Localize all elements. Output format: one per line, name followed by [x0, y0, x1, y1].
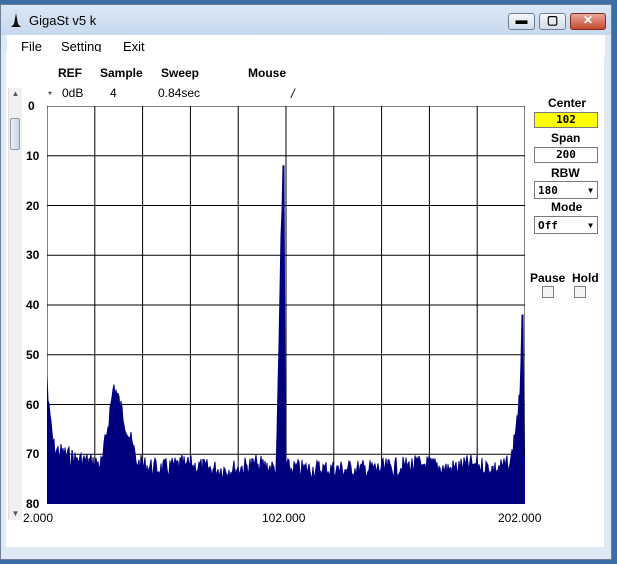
span-label: Span [551, 131, 581, 145]
y-tick-label: 50 [26, 347, 40, 362]
y-tick-label: 0 [28, 99, 35, 113]
pause-label: Pause [530, 271, 566, 285]
close-icon: ✕ [582, 13, 594, 27]
x-tick-label: 202.000 [498, 511, 542, 525]
hold-label: Hold [572, 271, 599, 285]
y-tick-label: 20 [26, 198, 40, 213]
minimize-icon: ▬ [515, 13, 528, 27]
center-input[interactable]: 102 [534, 112, 598, 128]
scroll-up-icon[interactable]: ▲ [9, 88, 22, 100]
title-bar[interactable]: GigaSt v5 k ▬ ▢ ✕ [1, 5, 611, 35]
rbw-value: 180 [538, 184, 558, 197]
spectrum-plot[interactable] [47, 106, 525, 504]
mouse-label: Mouse [248, 66, 287, 80]
ref-marker: * [48, 90, 52, 101]
mode-chevron-down-icon: ▼ [588, 221, 593, 230]
vertical-scrollbar[interactable]: ▲ ▼ [8, 88, 22, 520]
ref-label: REF [58, 66, 82, 80]
center-label: Center [548, 96, 587, 110]
scroll-thumb[interactable] [10, 118, 20, 150]
scroll-down-icon[interactable]: ▼ [9, 508, 22, 520]
sample-label: Sample [100, 66, 143, 80]
y-tick-label: 80 [26, 497, 40, 511]
ref-value: 0dB [62, 86, 84, 100]
sweep-value: 0.84sec [158, 86, 201, 100]
minimize-button[interactable]: ▬ [508, 13, 535, 30]
mode-select[interactable]: Off ▼ [534, 216, 598, 234]
hold-checkbox[interactable] [574, 286, 586, 298]
rbw-chevron-down-icon: ▼ [588, 186, 593, 195]
mouse-value: / [291, 86, 295, 101]
rbw-select[interactable]: 180 ▼ [534, 181, 598, 199]
mode-label: Mode [551, 200, 583, 214]
sample-value: 4 [110, 86, 117, 100]
y-tick-label: 10 [26, 148, 40, 163]
y-tick-label: 70 [26, 447, 40, 462]
pause-checkbox[interactable] [542, 286, 554, 298]
y-tick-label: 60 [26, 397, 40, 412]
span-input[interactable]: 200 [534, 147, 598, 163]
maximize-button[interactable]: ▢ [539, 13, 566, 30]
rbw-label: RBW [551, 166, 580, 180]
window-title: GigaSt v5 k [29, 13, 97, 28]
y-tick-label: 40 [26, 298, 40, 312]
close-button[interactable]: ✕ [570, 13, 606, 30]
y-tick-label: 30 [26, 248, 40, 263]
maximize-icon: ▢ [546, 13, 559, 27]
app-logo-icon [11, 13, 21, 27]
sweep-label: Sweep [161, 66, 200, 80]
mode-value: Off [538, 219, 558, 232]
x-tick-label: 2.000 [23, 511, 54, 525]
x-tick-label: 102.000 [262, 511, 306, 525]
